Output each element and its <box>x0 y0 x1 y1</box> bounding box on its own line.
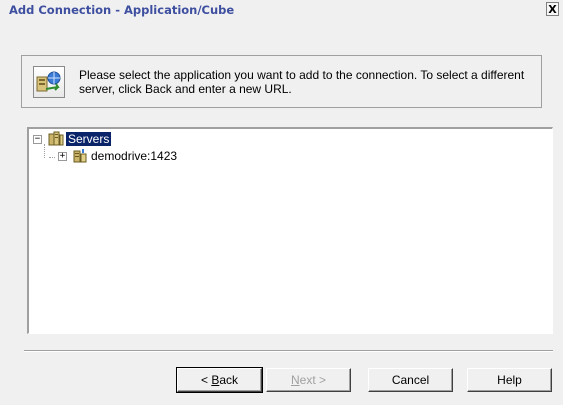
close-button[interactable]: X <box>546 2 559 16</box>
add-connection-dialog: Add Connection - Application/Cube X Plea… <box>0 0 563 405</box>
next-button[interactable]: Next > <box>266 368 351 392</box>
cancel-button[interactable]: Cancel <box>368 368 453 392</box>
back-button-prefix: < <box>200 373 212 387</box>
back-button[interactable]: < Back <box>176 367 263 393</box>
tree-node-demodrive[interactable]: + demodrive:1423 <box>29 148 329 164</box>
server-connection-icon <box>33 66 65 98</box>
back-button-accel: B <box>211 373 220 387</box>
help-button[interactable]: Help <box>467 368 552 392</box>
next-button-accel: N <box>290 373 300 387</box>
servers-icon <box>48 131 64 147</box>
server-icon <box>72 148 88 164</box>
tree-node-servers[interactable]: − Servers <box>29 131 329 147</box>
tree-node-label[interactable]: demodrive:1423 <box>89 149 179 163</box>
expand-icon[interactable]: + <box>58 152 67 161</box>
application-tree[interactable]: − Servers + demodrive:1423 <box>27 127 553 334</box>
next-button-rest: ext > <box>299 373 327 387</box>
instruction-text: Please select the application you want t… <box>79 68 525 96</box>
instruction-panel: Please select the application you want t… <box>21 55 542 108</box>
tree-node-label[interactable]: Servers <box>66 132 112 146</box>
back-button-rest: ack <box>219 373 239 387</box>
collapse-icon[interactable]: − <box>33 135 42 144</box>
title-bar: Add Connection - Application/Cube X <box>0 0 563 20</box>
close-icon: X <box>548 2 557 16</box>
button-separator <box>24 350 553 352</box>
dialog-title: Add Connection - Application/Cube <box>9 3 235 17</box>
